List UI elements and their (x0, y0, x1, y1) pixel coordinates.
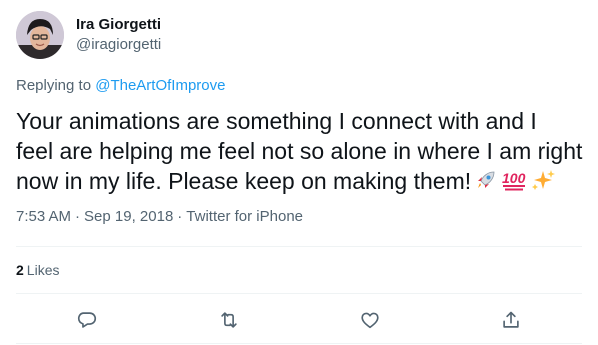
divider (16, 343, 582, 344)
share-icon (503, 311, 519, 328)
avatar[interactable] (16, 11, 64, 59)
divider (16, 293, 582, 294)
author-names: Ira Giorgetti @iragiorgetti (76, 15, 161, 55)
replying-to: Replying to @TheArtOfImprove (16, 76, 225, 96)
tweet-card: Ira Giorgetti @iragiorgetti Replying to … (0, 0, 598, 345)
replying-to-mention-link[interactable]: @TheArtOfImprove (95, 77, 225, 94)
sparkles-emoji (530, 168, 556, 199)
like-button[interactable] (356, 306, 384, 334)
divider (16, 246, 582, 247)
tweet-source[interactable]: Twitter for iPhone (186, 208, 303, 225)
tweet-text-last-line: now in my life. Please keep on making th… (16, 166, 582, 199)
heart-icon (361, 312, 379, 329)
reply-icon (77, 312, 97, 328)
retweet-button[interactable] (215, 306, 243, 334)
likes-label: Likes (26, 262, 60, 278)
svg-text:100: 100 (502, 170, 526, 186)
tweet-actions (0, 306, 598, 334)
retweet-icon (221, 312, 237, 328)
likes-stat[interactable]: 2 Likes (16, 261, 59, 279)
rocket-emoji (474, 168, 498, 199)
meta-separator: · (75, 208, 81, 225)
tweet-time[interactable]: 7:53 AM (16, 208, 71, 225)
tweet-text-line: feel are helping me feel not so alone in… (16, 138, 583, 164)
tweet-text-line: now in my life. Please keep on making th… (16, 168, 472, 194)
meta-separator: · (177, 208, 183, 225)
author-handle[interactable]: @iragiorgetti (76, 35, 161, 55)
author-display-name[interactable]: Ira Giorgetti (76, 15, 161, 35)
hundred-points-emoji: 100 (501, 168, 527, 199)
tweet-header: Ira Giorgetti @iragiorgetti (16, 11, 161, 59)
reply-button[interactable] (73, 306, 101, 334)
tweet-meta: 7:53 AM · Sep 19, 2018 · Twitter for iPhone (16, 207, 303, 227)
share-button[interactable] (497, 306, 525, 334)
tweet-date[interactable]: Sep 19, 2018 (84, 208, 173, 225)
tweet-text-line: Your animations are something I connect … (16, 108, 537, 134)
likes-count: 2 (16, 262, 24, 278)
avatar-image (16, 11, 64, 59)
replying-to-prefix: Replying to (16, 77, 92, 94)
tweet-text: Your animations are something I connect … (16, 106, 582, 199)
